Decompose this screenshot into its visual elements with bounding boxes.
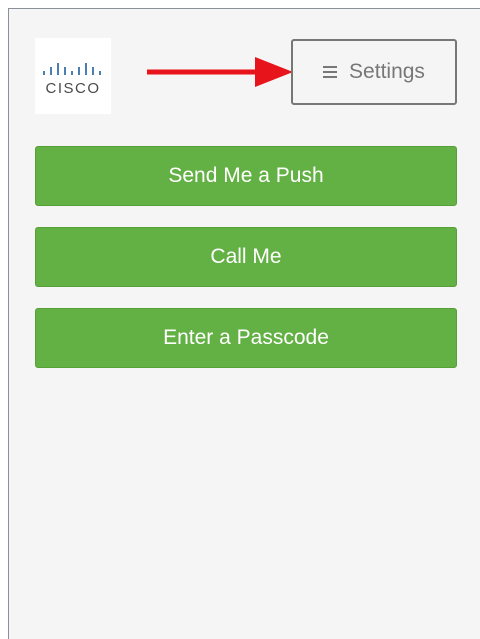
settings-button[interactable]: Settings [291, 39, 457, 105]
enter-passcode-label: Enter a Passcode [163, 326, 329, 349]
call-me-button[interactable]: Call Me [35, 227, 457, 287]
cisco-logo: CISCO [35, 38, 111, 114]
cisco-bars-icon [43, 63, 101, 75]
send-push-button[interactable]: Send Me a Push [35, 146, 457, 206]
auth-prompt-frame: CISCO Settings Send Me a Push Call Me En… [8, 8, 480, 639]
hamburger-menu-icon [323, 66, 338, 78]
enter-passcode-button[interactable]: Enter a Passcode [35, 308, 457, 368]
logo-text: CISCO [45, 80, 101, 97]
send-push-label: Send Me a Push [168, 164, 324, 187]
settings-label: Settings [349, 60, 425, 83]
call-me-label: Call Me [210, 245, 282, 268]
red-arrow-icon [147, 57, 293, 87]
